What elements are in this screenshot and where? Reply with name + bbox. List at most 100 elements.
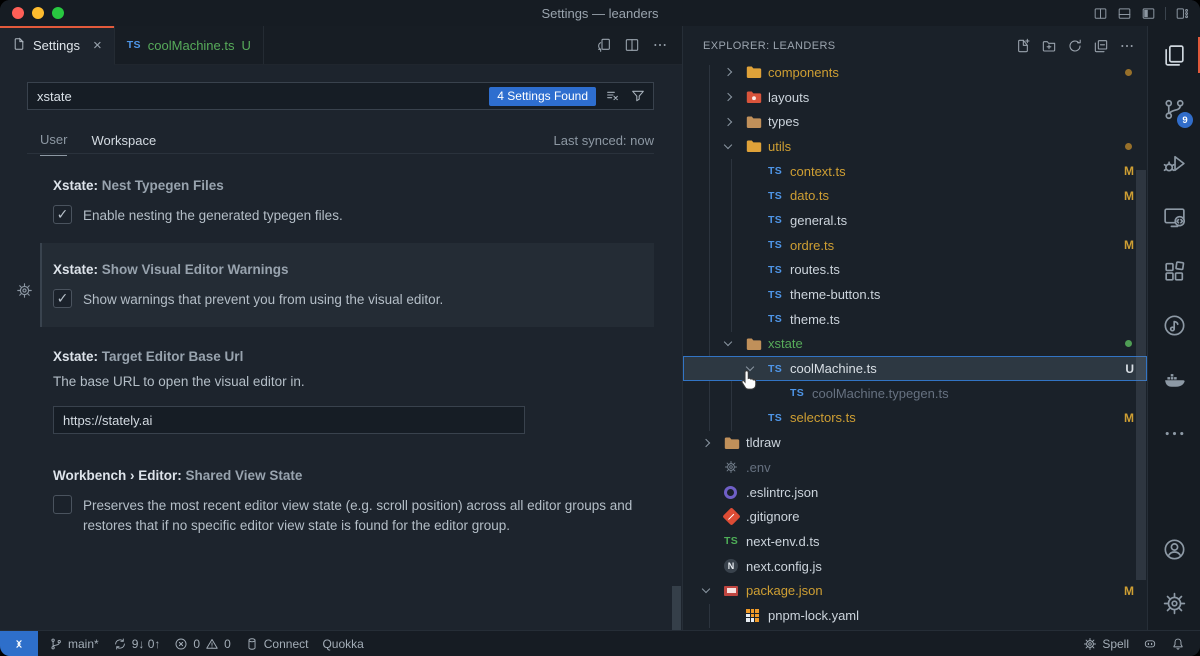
refresh-icon[interactable] [1067, 38, 1083, 54]
tree-item-general-ts[interactable]: TSgeneral.ts [683, 208, 1147, 233]
chevron-right-icon[interactable] [725, 119, 746, 125]
activity-source-control[interactable]: 9 [1148, 82, 1200, 136]
tree-item-theme-ts[interactable]: TStheme.ts [683, 307, 1147, 332]
layout-panel-icon[interactable] [1117, 6, 1132, 21]
status-errors[interactable]: 00 [167, 631, 237, 656]
tree-item-utils[interactable]: utils [683, 134, 1147, 159]
tree-item-next-env-d-ts[interactable]: TSnext-env.d.ts [683, 529, 1147, 554]
tree-item-ordre-ts[interactable]: TSordre.tsM [683, 233, 1147, 258]
collapse-all-icon[interactable] [1093, 38, 1109, 54]
status-copilot[interactable] [1136, 631, 1164, 656]
status-sync-changes[interactable]: 9↓ 0↑ [106, 631, 168, 656]
tree-item--eslintrc-json[interactable]: .eslintrc.json [683, 480, 1147, 505]
ts-blue-icon: TS [768, 190, 790, 202]
tree-item-package-json[interactable]: package.jsonM [683, 578, 1147, 603]
close-window-button[interactable] [12, 7, 24, 19]
editor-scrollbar[interactable] [672, 586, 681, 630]
chevron-right-icon[interactable] [703, 440, 724, 446]
ts-blue-icon: TS [768, 313, 790, 325]
tree-item-theme-button-ts[interactable]: TStheme-button.ts [683, 282, 1147, 307]
activity-manage[interactable] [1148, 576, 1200, 630]
clear-filter-icon[interactable] [605, 88, 621, 104]
file-label: general.ts [790, 213, 847, 228]
checkbox[interactable]: ✓ [53, 205, 72, 224]
activity-extensions[interactable] [1148, 244, 1200, 298]
file-label: tldraw [746, 435, 781, 450]
file-label: theme-button.ts [790, 287, 880, 302]
tree-item-xstate[interactable]: xstate [683, 332, 1147, 357]
tree-item-next-config-js[interactable]: Nnext.config.js [683, 554, 1147, 579]
new-folder-icon[interactable] [1041, 38, 1057, 54]
checkbox[interactable]: ✓ [53, 289, 72, 308]
divider [1165, 7, 1166, 20]
split-editor-icon[interactable] [624, 37, 640, 53]
status-notifications[interactable] [1164, 631, 1192, 656]
tree-item-types[interactable]: types [683, 109, 1147, 134]
folder-xstate-icon [746, 337, 768, 351]
checkbox[interactable]: ✓ [53, 495, 72, 514]
chevron-down-icon[interactable] [725, 342, 746, 345]
status-spell-checker[interactable]: Spell [1076, 631, 1136, 656]
window-controls[interactable] [12, 7, 64, 19]
layout-controls [1093, 6, 1190, 21]
activity-explorer[interactable] [1148, 28, 1200, 82]
activity-docker[interactable] [1148, 352, 1200, 406]
tree-item-context-ts[interactable]: TScontext.tsM [683, 159, 1147, 184]
tree-item-dato-ts[interactable]: TSdato.tsM [683, 183, 1147, 208]
tree-item-pnpm-lock-yaml[interactable]: pnpm-lock.yaml [683, 603, 1147, 628]
remote-indicator[interactable] [0, 631, 38, 656]
ts-blue-icon: TS [768, 412, 790, 424]
more-icon[interactable] [652, 37, 668, 53]
tree-item--gitignore[interactable]: .gitignore [683, 504, 1147, 529]
activity-accounts[interactable] [1148, 522, 1200, 576]
chevron-down-icon[interactable] [725, 145, 746, 148]
scope-tab-user[interactable]: User [40, 132, 67, 156]
settings-file-icon [12, 37, 26, 54]
tree-item-routes-ts[interactable]: TSroutes.ts [683, 258, 1147, 283]
tree-item-tldraw[interactable]: tldraw [683, 430, 1147, 455]
tab-coolmachine[interactable]: TS coolMachine.ts U [115, 26, 264, 64]
git-status-badge: M [1124, 189, 1134, 203]
status-git-branch[interactable]: main* [42, 631, 106, 656]
settings-search-input[interactable] [37, 89, 489, 104]
more-icon[interactable] [1119, 38, 1135, 54]
git-status-badge: M [1124, 411, 1134, 425]
activity-additional-views[interactable] [1148, 406, 1200, 460]
tree-item--env[interactable]: .env [683, 455, 1147, 480]
layout-cols-icon[interactable] [1093, 6, 1108, 21]
tab-settings[interactable]: Settings × [0, 26, 115, 65]
chevron-right-icon[interactable] [725, 69, 746, 75]
tree-item-selectors-ts[interactable]: TSselectors.ts M [683, 406, 1147, 431]
explorer-scrollbar[interactable] [1136, 170, 1146, 580]
git-status-dot [1125, 69, 1132, 76]
new-file-icon[interactable] [1015, 38, 1031, 54]
scope-tab-workspace[interactable]: Workspace [91, 133, 156, 156]
status-quokka[interactable]: Quokka [315, 631, 370, 656]
close-tab-icon[interactable]: × [93, 37, 102, 54]
ts-blue-icon: TS [768, 363, 790, 375]
activity-note-circle[interactable] [1148, 298, 1200, 352]
chevron-down-icon[interactable] [703, 589, 724, 592]
activity-remote-explorer[interactable] [1148, 190, 1200, 244]
badge: 9 [1177, 112, 1193, 128]
layout-sidebar-icon[interactable] [1141, 6, 1156, 21]
tree-item-layouts[interactable]: layouts [683, 85, 1147, 110]
layout-custom-icon[interactable] [1175, 6, 1190, 21]
tree-item-components[interactable]: components [683, 65, 1147, 85]
status-bar: main*9↓ 0↑00ConnectQuokka Spell [0, 630, 1200, 656]
settings-editor: 4 Settings Found User Workspace Last syn… [0, 65, 682, 630]
activity-run-and-debug[interactable] [1148, 136, 1200, 190]
base-url-input[interactable] [53, 406, 525, 434]
zoom-window-button[interactable] [52, 7, 64, 19]
minimize-window-button[interactable] [32, 7, 44, 19]
file-label: selectors.ts [790, 410, 856, 425]
chevron-right-icon[interactable] [725, 94, 746, 100]
pnpm-icon [746, 609, 768, 622]
ts-blue-icon: TS [790, 387, 812, 399]
open-changes-icon[interactable] [596, 37, 612, 53]
status-sql-connect[interactable]: Connect [238, 631, 316, 656]
funnel-icon[interactable] [630, 88, 646, 104]
git-status-badge: M [1124, 584, 1134, 598]
ts-blue-icon: TS [768, 264, 790, 276]
file-label: .gitignore [746, 509, 799, 524]
